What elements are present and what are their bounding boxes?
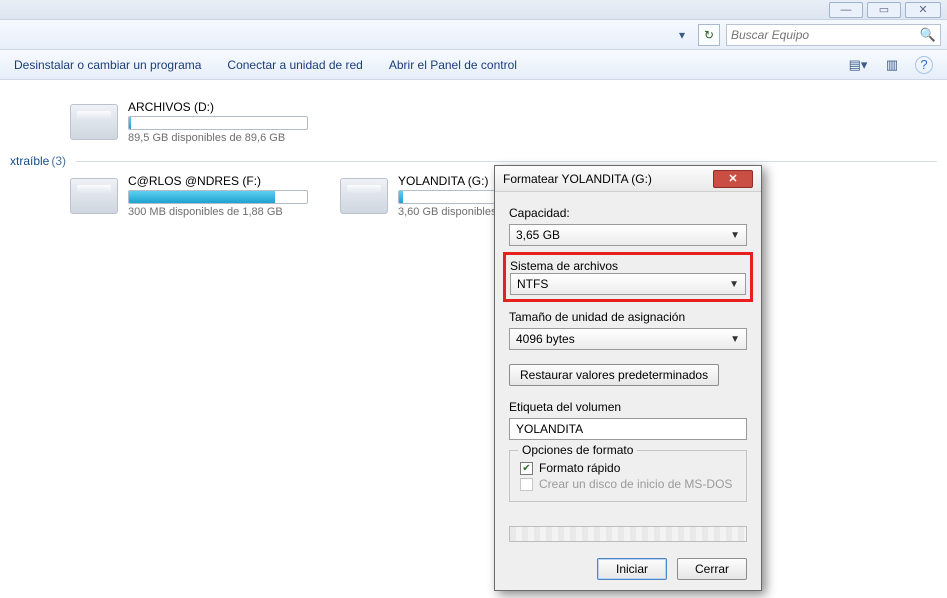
cmd-map-network-drive[interactable]: Conectar a unidad de red <box>227 58 362 72</box>
allocation-size-value: 4096 bytes <box>516 332 575 346</box>
msdos-boot-label: Crear un disco de inicio de MS-DOS <box>539 477 732 491</box>
filesystem-value: NTFS <box>517 277 548 291</box>
close-button[interactable]: Cerrar <box>677 558 747 580</box>
window-titlebar: — ▭ ✕ <box>0 0 947 20</box>
msdos-boot-checkbox: Crear un disco de inicio de MS-DOS <box>520 477 736 491</box>
capacity-select[interactable]: 3,65 GB ▼ <box>509 224 747 246</box>
history-dropdown-icon[interactable]: ▾ <box>672 25 692 45</box>
allocation-size-label: Tamaño de unidad de asignación <box>509 310 747 324</box>
explorer-content: ARCHIVOS (D:) 89,5 GB disponibles de 89,… <box>0 80 947 230</box>
quick-format-label: Formato rápido <box>539 461 620 475</box>
filesystem-select[interactable]: NTFS ▼ <box>510 273 746 295</box>
filesystem-highlight: Sistema de archivos NTFS ▼ <box>503 252 753 302</box>
format-dialog: Formatear YOLANDITA (G:) ✕ Capacidad: 3,… <box>494 165 762 591</box>
volume-label-input[interactable] <box>509 418 747 440</box>
drive-name: C@RLOS @NDRES (F:) <box>128 174 312 188</box>
dialog-title-text: Formatear YOLANDITA (G:) <box>503 172 652 186</box>
capacity-value: 3,65 GB <box>516 228 560 242</box>
search-input[interactable] <box>731 28 916 42</box>
window-close-button[interactable]: ✕ <box>905 2 941 18</box>
dialog-titlebar[interactable]: Formatear YOLANDITA (G:) ✕ <box>495 166 761 192</box>
maximize-button[interactable]: ▭ <box>867 2 901 18</box>
start-button[interactable]: Iniciar <box>597 558 667 580</box>
allocation-size-select[interactable]: 4096 bytes ▼ <box>509 328 747 350</box>
format-options-group: Opciones de formato ✔ Formato rápido Cre… <box>509 450 747 502</box>
format-options-legend: Opciones de formato <box>518 443 637 457</box>
view-options-button[interactable]: ▤▾ <box>847 54 869 76</box>
preview-pane-button[interactable]: ▥ <box>881 54 903 76</box>
chevron-down-icon: ▼ <box>729 279 739 290</box>
drive-item-archivos-d[interactable]: ARCHIVOS (D:) 89,5 GB disponibles de 89,… <box>66 98 316 146</box>
cmd-uninstall-program[interactable]: Desinstalar o cambiar un programa <box>14 58 201 72</box>
help-button[interactable]: ? <box>915 56 933 74</box>
drive-space-bar <box>128 190 308 204</box>
group-header-removable[interactable]: xtraíble (3) <box>10 154 937 168</box>
drive-space-text: 89,5 GB disponibles de 89,6 GB <box>128 132 312 144</box>
cmd-open-control-panel[interactable]: Abrir el Panel de control <box>389 58 517 72</box>
hard-disk-icon <box>70 104 118 140</box>
quick-format-checkbox[interactable]: ✔ Formato rápido <box>520 461 736 475</box>
drive-name: ARCHIVOS (D:) <box>128 100 312 114</box>
group-header-label: xtraíble <box>10 154 49 168</box>
format-progress-bar <box>509 526 747 542</box>
drive-item-carlos-andres-f[interactable]: C@RLOS @NDRES (F:) 300 MB disponibles de… <box>66 172 316 220</box>
restore-defaults-button[interactable]: Restaurar valores predeterminados <box>509 364 719 386</box>
drive-space-bar <box>128 116 308 130</box>
command-bar: Desinstalar o cambiar un programa Conect… <box>0 50 947 80</box>
minimize-button[interactable]: — <box>829 2 863 18</box>
capacity-label: Capacidad: <box>509 206 747 220</box>
dialog-close-button[interactable]: ✕ <box>713 170 753 188</box>
search-icon[interactable]: 🔍 <box>916 27 936 43</box>
hard-disk-icon <box>70 178 118 214</box>
drive-space-text: 300 MB disponibles de 1,88 GB <box>128 206 312 218</box>
hard-disk-icon <box>340 178 388 214</box>
refresh-button[interactable]: ↻ <box>698 24 720 46</box>
chevron-down-icon: ▼ <box>730 230 740 241</box>
volume-label-label: Etiqueta del volumen <box>509 400 747 414</box>
filesystem-label: Sistema de archivos <box>510 259 746 273</box>
group-header-count: (3) <box>51 154 66 168</box>
chevron-down-icon: ▼ <box>730 334 740 345</box>
checkbox-icon <box>520 478 533 491</box>
checkbox-icon: ✔ <box>520 462 533 475</box>
refresh-icon: ↻ <box>704 28 714 42</box>
search-box[interactable]: 🔍 <box>726 24 941 46</box>
address-bar-row: ▾ ↻ 🔍 <box>0 20 947 50</box>
